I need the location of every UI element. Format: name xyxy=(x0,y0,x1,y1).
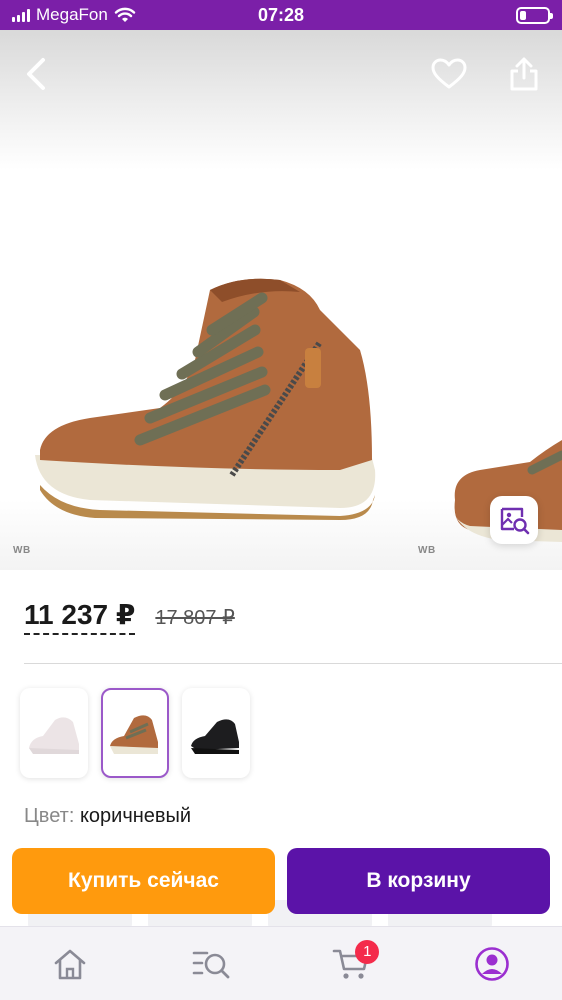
product-image xyxy=(35,278,562,542)
color-variant-black[interactable] xyxy=(182,688,250,778)
old-price: 17 807 ₽ xyxy=(155,607,235,629)
status-bar: MegaFon 07:28 xyxy=(0,0,562,30)
color-variant-brown[interactable] xyxy=(101,688,169,778)
bottom-navigation: 1 xyxy=(0,926,562,1000)
color-variants xyxy=(20,688,250,778)
nav-cart[interactable]: 1 xyxy=(321,934,381,994)
nav-home[interactable] xyxy=(40,934,100,994)
cart-badge: 1 xyxy=(355,939,380,964)
variant-image xyxy=(110,715,158,754)
nav-profile[interactable] xyxy=(462,934,522,994)
color-info: Цвет: коричневый xyxy=(24,805,191,828)
add-to-cart-button[interactable]: В корзину xyxy=(287,848,550,914)
product-gallery[interactable]: WB WB xyxy=(0,30,562,570)
watermark: WB xyxy=(13,545,31,556)
catalog-search-icon xyxy=(192,951,230,978)
variant-image xyxy=(29,717,79,754)
profile-icon xyxy=(474,946,509,981)
color-label: Цвет: xyxy=(24,805,75,827)
battery-icon xyxy=(516,6,553,24)
home-icon xyxy=(54,949,86,979)
wifi-icon xyxy=(114,7,136,22)
buy-now-button[interactable]: Купить сейчас xyxy=(12,848,275,914)
nav-catalog[interactable] xyxy=(181,934,241,994)
color-value: коричневый xyxy=(79,805,192,827)
color-variant-white[interactable] xyxy=(20,688,88,778)
image-search-button[interactable] xyxy=(490,496,538,544)
signal-icon xyxy=(12,8,30,22)
current-price[interactable]: 11 237 ₽ xyxy=(24,598,136,635)
status-left: MegaFon xyxy=(12,5,136,25)
clock: 07:28 xyxy=(257,4,305,25)
divider xyxy=(24,663,562,664)
variant-image xyxy=(191,719,239,754)
price-row: 11 237 ₽ 17 807 ₽ xyxy=(24,598,235,635)
image-search-icon xyxy=(500,507,530,535)
watermark: WB xyxy=(418,545,436,556)
carrier-name: MegaFon xyxy=(36,5,108,24)
